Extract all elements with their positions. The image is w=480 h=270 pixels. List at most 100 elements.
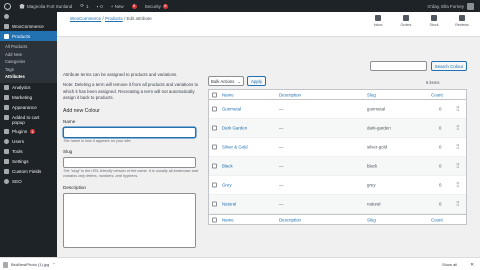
show-all-button[interactable]: Show all [442, 260, 457, 269]
greeting: G'day, Ella Forney [427, 3, 464, 9]
term-name[interactable]: Grey [222, 183, 232, 188]
description-label: Description [63, 184, 86, 190]
chevron-up-icon[interactable]: ⌃ [52, 262, 55, 267]
submenu-tags[interactable]: Tags [0, 66, 57, 74]
close-icon[interactable]: ✕ [470, 260, 474, 269]
security-menu[interactable]: Security 8 [141, 0, 172, 12]
new-content-menu[interactable]: + New [107, 0, 128, 12]
sidebar-item-settings[interactable]: Settings [0, 157, 57, 167]
term-count[interactable]: 0 [439, 126, 441, 131]
term-name[interactable]: Black [222, 164, 233, 169]
orders-button[interactable]: Orders [398, 15, 414, 27]
submenu-add-new[interactable]: Add New [0, 51, 57, 59]
sidebar-item-seo[interactable]: SEO [0, 177, 57, 187]
woocommerce-icon [4, 23, 9, 29]
term-count[interactable]: 0 [439, 107, 441, 112]
term-count[interactable]: 0 [439, 164, 441, 169]
search-colour-button[interactable]: Search Colour [431, 61, 467, 71]
search-terms-input[interactable] [370, 61, 427, 71]
apply-button[interactable]: Apply [247, 76, 266, 86]
row-checkbox[interactable] [212, 106, 217, 112]
download-filename: BirdNestPhoto (1).jpg [11, 262, 50, 267]
bulk-actions-select[interactable]: Bulk Actions ⌄ [208, 76, 244, 86]
comments-menu[interactable]: ▪ 0 [93, 0, 107, 12]
download-item[interactable]: BirdNestPhoto (1).jpg ⌃ [3, 260, 56, 269]
term-name[interactable]: Gunmetal [222, 107, 241, 112]
column-count[interactable]: Count [431, 217, 443, 222]
submenu-attributes[interactable]: Attributes [0, 73, 57, 81]
reviews-label: Reviews [455, 23, 469, 27]
drag-handle-icon[interactable]: ⣿ [456, 163, 460, 169]
stock-button[interactable]: Stock [426, 15, 442, 27]
sidebar-item-added-to-cart-popup[interactable]: Added to cart popup [0, 113, 57, 127]
drag-handle-icon[interactable]: ⣿ [456, 201, 460, 207]
row-checkbox[interactable] [212, 163, 217, 169]
sidebar-item-users[interactable]: Users [0, 137, 57, 147]
sidebar-item-analytics[interactable]: Analytics [0, 83, 57, 93]
term-name[interactable]: Natural [222, 202, 236, 207]
orders-label: Orders [400, 23, 412, 27]
column-slug[interactable]: Slug [367, 92, 376, 97]
term-count[interactable]: 0 [439, 183, 441, 188]
reviews-button[interactable]: Reviews [454, 15, 470, 27]
submenu-all-products[interactable]: All Products [0, 43, 57, 51]
row-checkbox[interactable] [212, 182, 217, 188]
column-name[interactable]: Name [222, 217, 234, 222]
name-field[interactable] [63, 126, 196, 138]
name-label: Name [63, 119, 76, 125]
breadcrumb-current: Edit attribute [126, 16, 152, 21]
table-row: Natural — natural 0 ⣿ [209, 195, 466, 214]
term-slug: silver-gold [367, 144, 388, 150]
admin-sidebar: WooCommerce Products All Products Add Ne… [0, 12, 57, 257]
drag-handle-icon[interactable]: ⣿ [456, 125, 460, 131]
sidebar-item-products[interactable]: Products [0, 31, 57, 41]
slug-field[interactable] [63, 156, 196, 168]
activity-panel: Inbox Orders Stock Reviews [370, 15, 470, 27]
inbox-button[interactable]: Inbox [370, 15, 386, 27]
select-all-checkbox[interactable] [212, 92, 217, 97]
drag-handle-icon[interactable]: ⣿ [456, 106, 460, 112]
sidebar-item-custom-fields[interactable]: Custom Fields [0, 167, 57, 177]
account-menu[interactable]: G'day, Ella Forney [427, 2, 480, 10]
breadcrumb-separator: / [102, 16, 104, 21]
row-checkbox[interactable] [212, 125, 217, 131]
submenu-categories[interactable]: Categories [0, 58, 57, 66]
appearance-icon [4, 105, 9, 110]
sidebar-item-appearance[interactable]: Appearance [0, 103, 57, 113]
sidebar-item-tools[interactable]: Tools [0, 147, 57, 157]
drag-handle-icon[interactable]: ⣿ [456, 182, 460, 188]
term-name[interactable]: Dark Garden [222, 126, 247, 131]
updates-menu[interactable]: ⟳ 1 [76, 0, 92, 12]
notifications-badge: 8 [131, 3, 137, 9]
sidebar-item-plugins[interactable]: Plugins 6 [0, 127, 57, 137]
wp-logo-menu[interactable] [0, 0, 15, 12]
sidebar-item-label: Tools [12, 149, 23, 154]
column-description[interactable]: Description [279, 92, 301, 97]
avatar [467, 2, 474, 10]
sidebar-item-woocommerce[interactable]: WooCommerce [0, 21, 57, 31]
term-count[interactable]: 0 [439, 145, 441, 150]
sidebar-item-label: Appearance [12, 105, 37, 110]
drag-handle-icon[interactable]: ⣿ [456, 144, 460, 150]
row-checkbox[interactable] [212, 201, 217, 207]
sidebar-item-marketing[interactable]: Marketing [0, 93, 57, 103]
term-count[interactable]: 0 [439, 202, 441, 207]
sidebar-item-dashboard[interactable] [0, 12, 57, 21]
sidebar-item-label: Added to cart popup [12, 114, 40, 126]
column-name[interactable]: Name [222, 92, 234, 97]
term-name[interactable]: Silver & Gold [222, 145, 248, 150]
term-description: — [279, 125, 284, 131]
description-field[interactable] [63, 192, 196, 248]
breadcrumb-products[interactable]: Products [105, 16, 123, 21]
row-checkbox[interactable] [212, 144, 217, 150]
column-description[interactable]: Description [279, 217, 301, 222]
column-count[interactable]: Count [431, 92, 443, 97]
site-name-menu[interactable]: Magnolia Fort Sunland [15, 0, 76, 12]
breadcrumb-woocommerce[interactable]: WooCommerce [70, 16, 101, 21]
select-all-checkbox[interactable] [212, 217, 217, 222]
table-header: Name Description Slug Count [209, 90, 466, 100]
sidebar-item-label: SEO [12, 179, 22, 184]
column-slug[interactable]: Slug [367, 217, 376, 222]
security-badge: 8 [162, 3, 168, 9]
notifications-menu[interactable]: 8 [128, 0, 141, 12]
